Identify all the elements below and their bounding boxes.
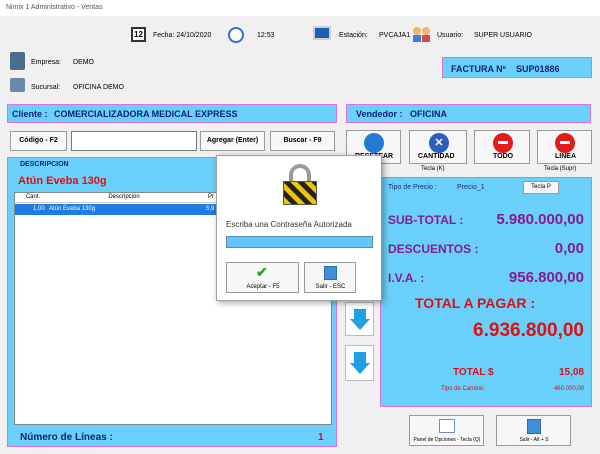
subtotal-label: SUB-TOTAL :: [388, 213, 464, 227]
client-label: Cliente :: [12, 109, 48, 119]
product-name: Atún Eveba 130g: [18, 175, 107, 187]
iva-label: I.V.A. :: [388, 271, 425, 285]
iva-value: 956.800,00: [508, 269, 584, 286]
scroll-down-button-2[interactable]: [345, 345, 374, 381]
col-description: Descripción: [49, 194, 199, 200]
cancel-label: Salir - ESC: [315, 284, 346, 290]
line-button[interactable]: LINEA: [537, 130, 592, 164]
quantity-button[interactable]: ✕ CANTIDAD: [409, 130, 467, 164]
options-panel-button[interactable]: Panel de Opciones - Tecla (Q): [409, 415, 484, 446]
row-qty: 1,00: [33, 206, 45, 212]
all-label: TODO: [493, 153, 514, 160]
exchange-value: 460.000,00: [553, 386, 584, 392]
window-titlebar: Nimix 1 Administrativo - Ventas: [0, 0, 600, 16]
exit-door-icon: [527, 419, 541, 434]
quantity-label: CANTIDAD: [418, 153, 455, 160]
subtotal-value: 5.980.000,00: [496, 211, 584, 228]
seller-name: OFICINA: [410, 109, 447, 119]
total-value: 6.936.800,00: [473, 320, 584, 341]
panel-icon: [439, 419, 455, 433]
total-label: TOTAL A PAGAR :: [415, 295, 536, 311]
branch-network-icon: [10, 78, 25, 92]
user-value: SUPER USUARIO: [474, 32, 532, 39]
search-button[interactable]: Buscar - F9: [270, 131, 335, 151]
password-prompt: Escriba una Contraseña Autorizada: [226, 220, 352, 229]
reset-icon: [364, 133, 384, 153]
station-value: PVCAJA1: [379, 32, 411, 39]
padlock-icon: [280, 164, 320, 206]
quantity-hint: Tecla (K): [421, 166, 445, 172]
password-input[interactable]: [226, 236, 373, 248]
exit-door-icon: [324, 266, 337, 280]
discounts-label: DESCUENTOS :: [388, 242, 479, 256]
accept-button[interactable]: ✔ Aceptar - F5: [226, 262, 299, 293]
arrow-down-icon: [350, 319, 370, 330]
company-label: Empresa:: [31, 59, 61, 66]
invoice-number: SUP01886: [516, 64, 560, 74]
price-type-value: Precio_1: [457, 184, 485, 191]
col-qty: Cant.: [19, 194, 47, 200]
client-bar[interactable]: Cliente : COMERCIALIZADORA MEDICAL EXPRE…: [7, 104, 337, 123]
invoice-panel: FACTURA Nº SUP01886: [442, 57, 592, 78]
add-button[interactable]: Agregar (Enter): [200, 131, 265, 151]
description-label: DESCRIPCION: [20, 161, 69, 168]
line-hint: Tecla (Supr): [544, 166, 577, 172]
clock-icon: [228, 27, 244, 43]
lines-count: 1: [318, 432, 324, 443]
stop-icon: [493, 133, 513, 153]
x-icon: ✕: [429, 133, 449, 153]
scroll-down-button[interactable]: [345, 302, 374, 336]
code-input[interactable]: [71, 131, 197, 151]
invoice-label: FACTURA Nº: [451, 64, 506, 74]
time-label: 12:53: [257, 32, 275, 39]
price-type-label: Tipo de Precio :: [388, 184, 437, 191]
row-price: 5,9: [206, 206, 215, 212]
branch-label: Sucursal:: [31, 84, 61, 91]
lines-label: Número de Líneas :: [20, 432, 113, 443]
branch-value: OFICINA DEMO: [73, 84, 124, 91]
code-button[interactable]: Código - F2: [10, 131, 67, 151]
discounts-value: 0,00: [554, 240, 584, 257]
date-label: Fecha: 24/10/2020: [153, 32, 212, 39]
client-name: COMERCIALIZADORA MEDICAL EXPRESS: [54, 109, 238, 119]
user-label: Usuario:: [437, 32, 464, 39]
calendar-icon: 12: [131, 27, 146, 42]
exit-label: Salir - Alt + S: [519, 437, 549, 443]
computer-icon: [313, 26, 331, 40]
stop-line-icon: [555, 133, 575, 153]
seller-bar[interactable]: Vendedor : OFICINA: [346, 104, 591, 123]
options-label: Panel de Opciones - Tecla (Q): [413, 437, 481, 443]
accept-label: Aceptar - F5: [246, 284, 280, 290]
row-description: Atún Eveba 130g: [49, 206, 96, 212]
total-usd-value: 15,08: [558, 367, 584, 378]
all-button[interactable]: TODO: [474, 130, 530, 164]
arrow-down-icon: [350, 363, 370, 374]
total-usd-label: TOTAL $: [453, 367, 494, 378]
price-key-button[interactable]: Tecla P: [523, 181, 559, 194]
checkmark-icon: ✔: [256, 264, 268, 280]
users-icon: [413, 26, 431, 42]
password-dialog: Escriba una Contraseña Autorizada ✔ Acep…: [216, 155, 382, 301]
totals-panel: Tipo de Precio : Precio_1 Tecla P SUB-TO…: [380, 177, 592, 407]
exchange-label: Tipo de Cambio:: [441, 386, 485, 392]
company-value: DEMO: [73, 59, 94, 66]
station-label: Estación:: [339, 32, 368, 39]
seller-label: Vendedor :: [356, 109, 403, 119]
window-title: Nimix 1 Administrativo - Ventas: [6, 4, 103, 11]
exit-button[interactable]: Salir - Alt + S: [496, 415, 571, 446]
cancel-button[interactable]: Salir - ESC: [304, 262, 356, 293]
line-label: LINEA: [555, 153, 576, 160]
company-server-icon: [10, 52, 25, 70]
